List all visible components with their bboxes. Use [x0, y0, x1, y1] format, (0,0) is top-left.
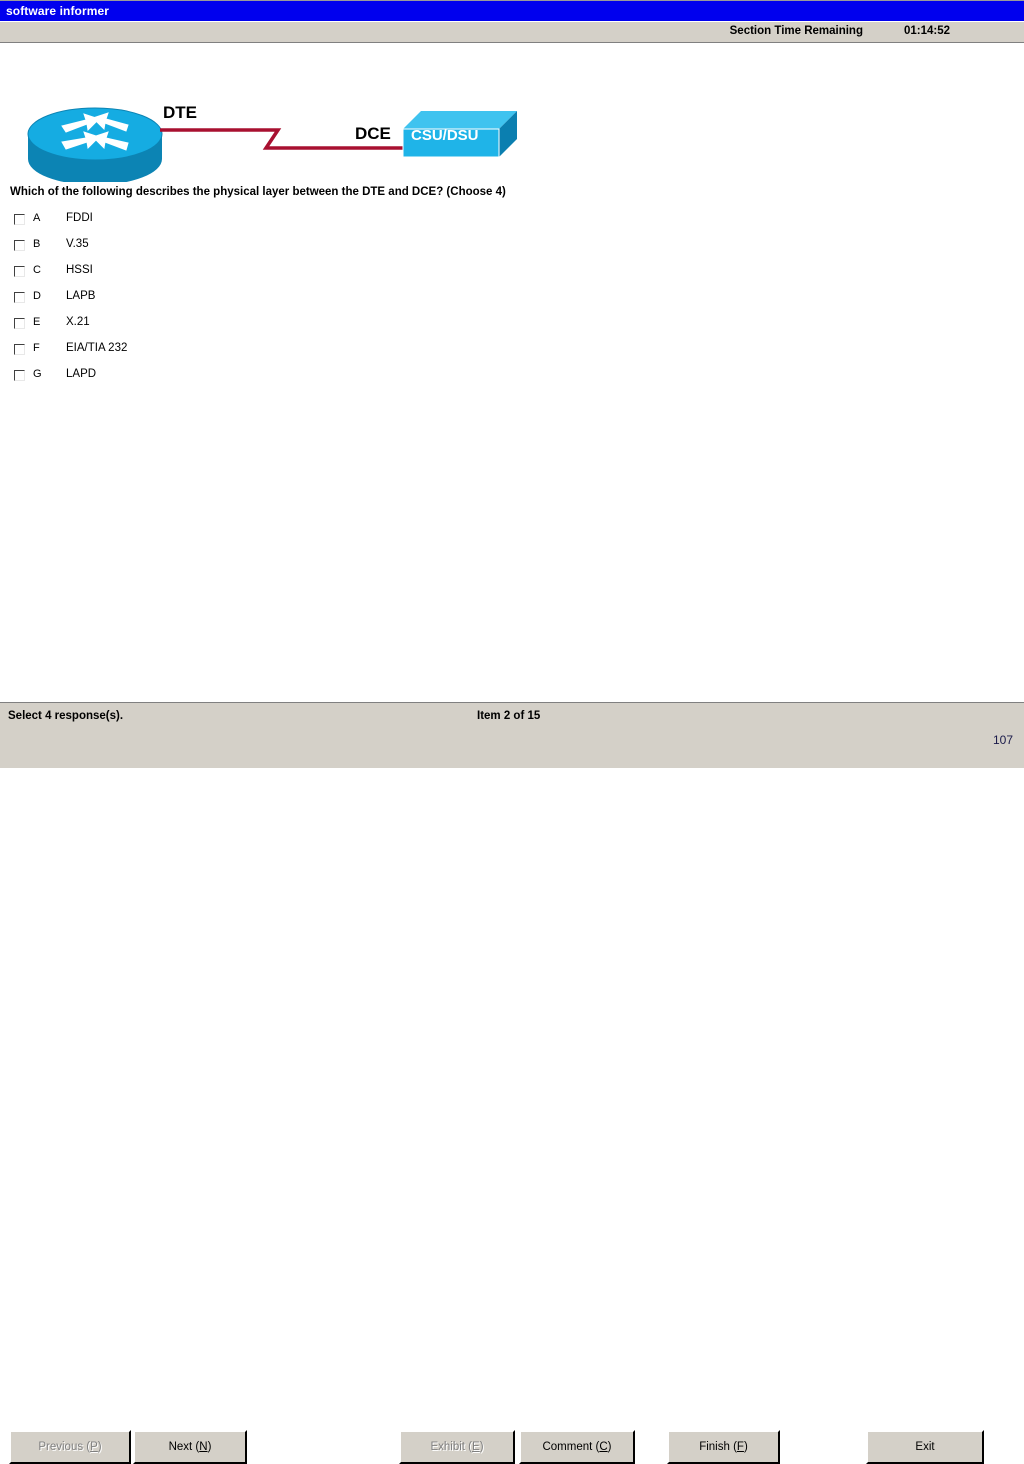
diagram-label-csu-dsu: CSU/DSU: [411, 127, 479, 144]
panel-divider: [0, 702, 1024, 703]
option-label-g[interactable]: LAPD: [66, 368, 96, 380]
option-checkbox-b[interactable]: [14, 240, 25, 251]
option-checkbox-c[interactable]: [14, 266, 25, 277]
answer-options-list: A FDDI B V.35 C HSSI D LAPB E X.21 F EIA…: [0, 210, 640, 392]
option-checkbox-a[interactable]: [14, 214, 25, 225]
exhibit-button[interactable]: Exhibit (E): [399, 1430, 515, 1464]
option-label-f[interactable]: EIA/TIA 232: [66, 342, 127, 354]
comment-button-label: Comment (C): [542, 1441, 612, 1453]
option-checkbox-e[interactable]: [14, 318, 25, 329]
previous-button-label: Previous (P): [38, 1441, 102, 1453]
question-stem: Which of the following describes the phy…: [10, 186, 506, 198]
section-time-remaining-label: Section Time Remaining: [729, 25, 863, 37]
next-button-label: Next (N): [168, 1441, 212, 1453]
diagram-label-dte: DTE: [163, 103, 197, 122]
option-letter-d: D: [33, 290, 41, 302]
next-button[interactable]: Next (N): [133, 1430, 247, 1464]
option-label-c[interactable]: HSSI: [66, 264, 93, 276]
exit-button[interactable]: Exit: [866, 1430, 984, 1464]
question-content-area: DTE DCE CSU/DSU Which of the following d…: [0, 44, 1024, 701]
exhibit-button-label: Exhibit (E): [430, 1441, 484, 1453]
exam-status-bar: Section Time Remaining 01:14:52: [0, 21, 1024, 43]
option-letter-c: C: [33, 264, 41, 276]
router-icon: [27, 107, 163, 182]
option-label-d[interactable]: LAPB: [66, 290, 95, 302]
finish-button-label: Finish (F): [699, 1441, 748, 1453]
previous-button[interactable]: Previous (P): [9, 1430, 131, 1464]
option-row-f[interactable]: F EIA/TIA 232: [0, 340, 640, 366]
item-counter: Item 2 of 15: [477, 710, 541, 722]
option-row-b[interactable]: B V.35: [0, 236, 640, 262]
option-label-a[interactable]: FDDI: [66, 212, 93, 224]
diagram-graphic: [27, 107, 517, 182]
option-checkbox-f[interactable]: [14, 344, 25, 355]
network-topology-diagram: DTE DCE CSU/DSU: [0, 62, 560, 182]
option-row-d[interactable]: D LAPB: [0, 288, 640, 314]
exam-navigation-panel: Select 4 response(s). Item 2 of 15 107 P…: [0, 701, 1024, 1464]
option-letter-a: A: [33, 212, 41, 224]
option-letter-b: B: [33, 238, 41, 250]
option-label-b[interactable]: V.35: [66, 238, 89, 250]
diagram-label-dce: DCE: [355, 124, 391, 143]
page-number: 107: [993, 733, 1014, 747]
selection-instruction: Select 4 response(s).: [8, 710, 124, 722]
exit-button-label: Exit: [915, 1441, 935, 1453]
option-row-e[interactable]: E X.21: [0, 314, 640, 340]
option-checkbox-d[interactable]: [14, 292, 25, 303]
option-letter-f: F: [33, 342, 40, 354]
option-row-a[interactable]: A FDDI: [0, 210, 640, 236]
option-row-g[interactable]: G LAPD: [0, 366, 640, 392]
option-letter-e: E: [33, 316, 41, 328]
finish-button[interactable]: Finish (F): [667, 1430, 780, 1464]
section-time-remaining-value: 01:14:52: [903, 25, 950, 37]
option-letter-g: G: [33, 368, 42, 380]
option-row-c[interactable]: C HSSI: [0, 262, 640, 288]
option-label-e[interactable]: X.21: [66, 316, 90, 328]
option-checkbox-g[interactable]: [14, 370, 25, 381]
window-title-bar: software informer: [0, 0, 1024, 21]
window-title: software informer: [6, 4, 110, 18]
comment-button[interactable]: Comment (C): [519, 1430, 635, 1464]
